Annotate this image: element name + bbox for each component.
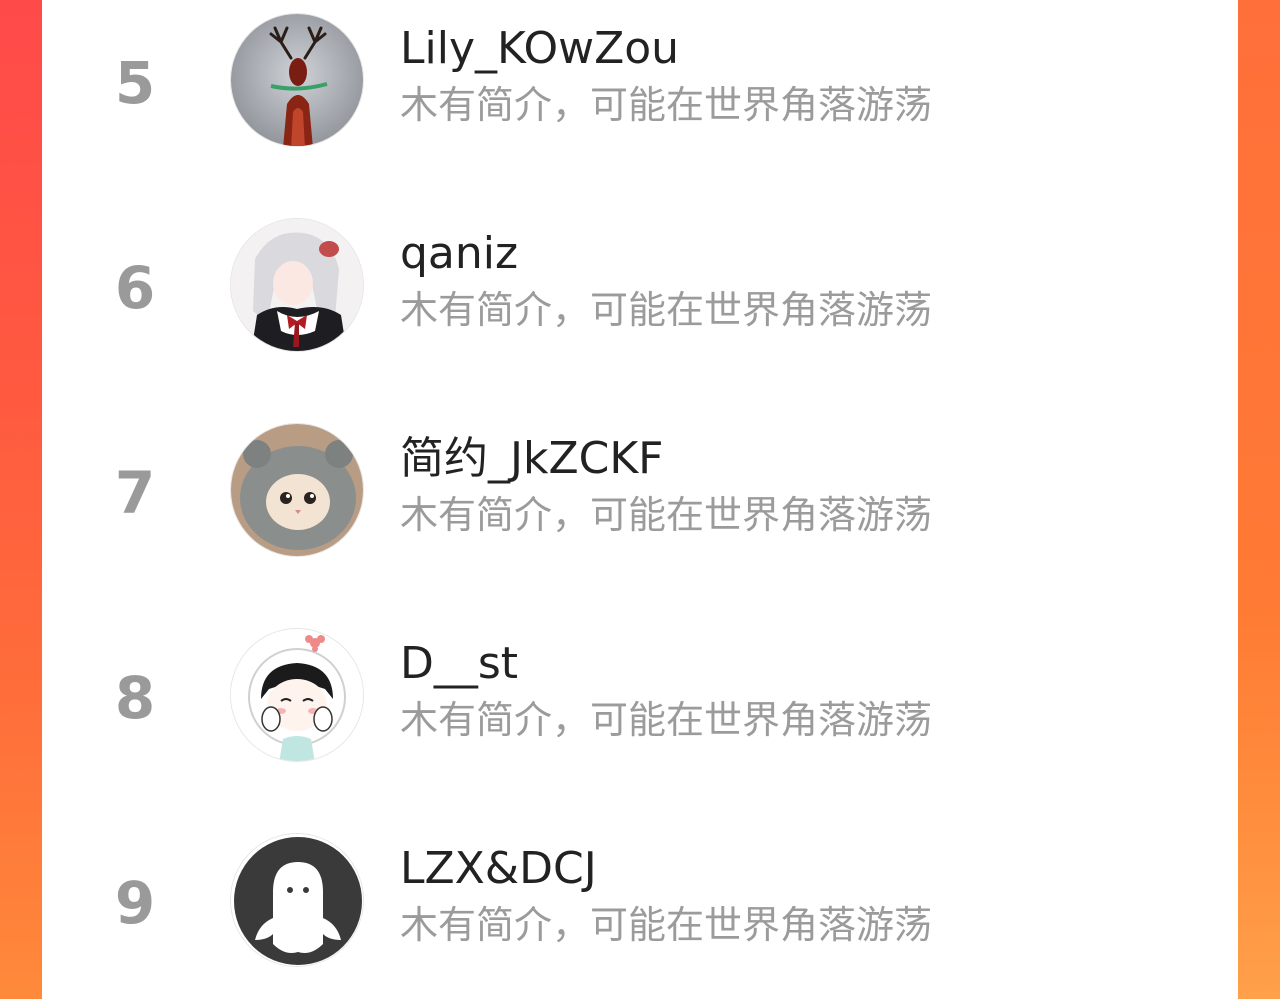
ranking-list-card: 5 Lily_KOwZou 木有简介，可能在世界角落游荡 6 qaniz 木有简…	[42, 0, 1238, 999]
user-bio: 木有简介，可能在世界角落游荡	[400, 83, 933, 127]
ranking-row[interactable]: 5 Lily_KOwZou 木有简介，可能在世界角落游荡	[42, 0, 1238, 205]
ranking-row[interactable]: 7 简约_JkZCKF 木有简介，可能在世界角落游荡	[42, 410, 1238, 615]
rank-number: 5	[114, 49, 156, 117]
rank-number: 7	[114, 459, 156, 527]
user-avatar[interactable]	[230, 13, 364, 147]
ranking-row[interactable]: 6 qaniz 木有简介，可能在世界角落游荡	[42, 205, 1238, 410]
background-edge-right	[1238, 0, 1280, 999]
default-ghost-avatar-icon	[231, 834, 363, 966]
ranking-row[interactable]: 9 LZX&DCJ 木有简介，可能在世界角落游荡	[42, 820, 1238, 999]
user-avatar[interactable]	[230, 218, 364, 352]
user-bio: 木有简介，可能在世界角落游荡	[400, 288, 933, 332]
rank-number: 9	[114, 869, 156, 937]
user-avatar[interactable]	[230, 628, 364, 762]
user-name[interactable]: D__st	[400, 642, 518, 686]
user-bio: 木有简介，可能在世界角落游荡	[400, 493, 933, 537]
user-name[interactable]: Lily_KOwZou	[400, 27, 679, 71]
user-name[interactable]: qaniz	[400, 232, 518, 276]
anime-maid-girl-avatar-icon	[231, 219, 363, 351]
user-bio: 木有简介，可能在世界角落游荡	[400, 698, 933, 742]
ranking-row[interactable]: 8 D__st 木有简介，可能在世界角落游荡	[42, 615, 1238, 820]
rank-number: 8	[114, 664, 156, 732]
user-avatar[interactable]	[230, 423, 364, 557]
user-name[interactable]: 简约_JkZCKF	[400, 437, 663, 481]
antler-deer-avatar-icon	[231, 14, 363, 146]
user-bio: 木有简介，可能在世界角落游荡	[400, 903, 933, 947]
user-avatar[interactable]	[230, 833, 364, 967]
rank-number: 6	[114, 254, 156, 322]
kitten-in-hood-avatar-icon	[231, 424, 363, 556]
user-name[interactable]: LZX&DCJ	[400, 847, 597, 891]
cartoon-girl-astronaut-avatar-icon	[231, 629, 363, 761]
